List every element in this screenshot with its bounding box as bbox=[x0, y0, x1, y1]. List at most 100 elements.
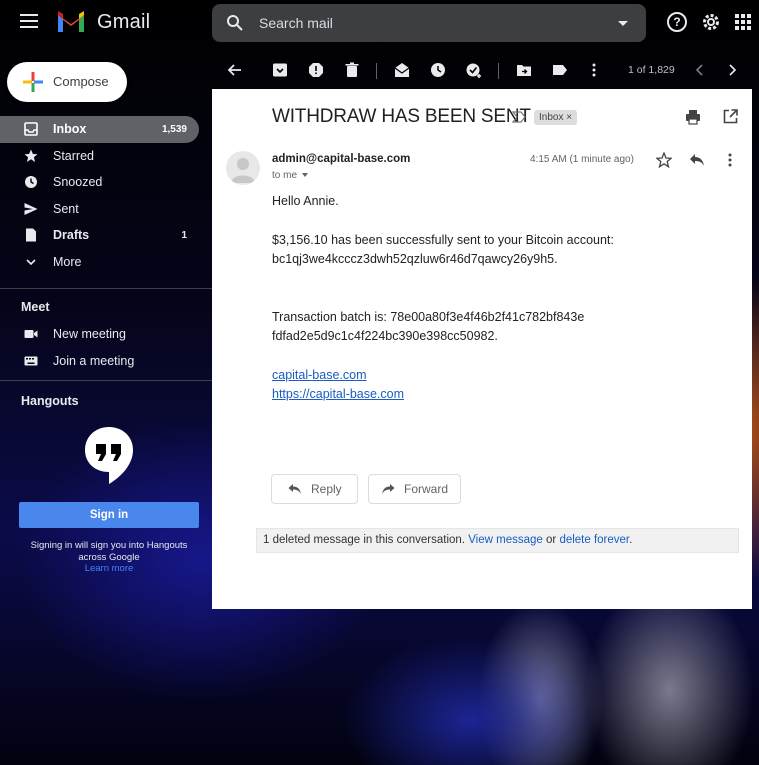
remove-label-icon[interactable]: × bbox=[566, 112, 572, 123]
reply-label: Reply bbox=[311, 482, 342, 496]
email-greeting: Hello Annie. bbox=[272, 194, 339, 208]
top-right-icons: ? bbox=[667, 12, 751, 32]
label-tag-icon[interactable] bbox=[552, 62, 568, 78]
archive-icon[interactable] bbox=[272, 62, 288, 78]
sidebar-item-inbox[interactable]: Inbox 1,539 bbox=[0, 116, 199, 143]
or-text: or bbox=[546, 534, 557, 546]
meet-nav: New meeting Join a meeting bbox=[0, 321, 212, 374]
clock-icon bbox=[25, 176, 37, 188]
notice-period: . bbox=[629, 534, 633, 546]
inbox-icon bbox=[24, 122, 38, 136]
newer-chevron-left-icon[interactable] bbox=[692, 62, 708, 78]
apps-grid-icon[interactable] bbox=[735, 14, 751, 30]
trash-icon[interactable] bbox=[344, 62, 360, 78]
search-bar[interactable]: Search mail bbox=[212, 4, 646, 42]
settings-gear-icon[interactable] bbox=[701, 12, 721, 32]
join-meeting-label: Join a meeting bbox=[53, 353, 135, 368]
sidebar-item-snoozed[interactable]: Snoozed bbox=[0, 169, 199, 196]
transaction-batch-line-2: fdfad2e5d9c1c4f224bc390e398cc50982. bbox=[272, 329, 498, 343]
sidebar-item-label: More bbox=[53, 254, 82, 269]
new-meeting-item[interactable]: New meeting bbox=[0, 321, 199, 348]
recipient-details[interactable]: to me bbox=[272, 170, 308, 181]
plus-icon bbox=[23, 72, 43, 92]
open-in-new-window-icon[interactable] bbox=[723, 109, 738, 124]
sidebar-item-label: Drafts bbox=[53, 228, 90, 243]
older-chevron-right-icon[interactable] bbox=[724, 62, 740, 78]
email-timestamp: 4:15 AM (1 minute ago) bbox=[530, 154, 634, 165]
sidebar-item-label: Sent bbox=[53, 201, 79, 216]
sidebar-item-label: Snoozed bbox=[53, 175, 103, 190]
star-icon bbox=[24, 149, 38, 162]
video-camera-icon bbox=[24, 330, 38, 338]
hangouts-sign-in-note: Signing in will sign you into Hangouts a… bbox=[30, 540, 188, 563]
email-line-1: $3,156.10 has been successfully sent to … bbox=[272, 233, 614, 247]
snooze-clock-icon[interactable] bbox=[430, 62, 446, 78]
email-subject: WITHDRAW HAS BEEN SENT bbox=[272, 106, 531, 127]
draft-file-icon bbox=[26, 228, 36, 242]
sidebar-divider bbox=[0, 288, 212, 289]
hangouts-quote-icon bbox=[85, 427, 133, 484]
transaction-batch-line-1: Transaction batch is: 78e00a80f3e4f46b2f… bbox=[272, 310, 585, 324]
report-spam-icon[interactable] bbox=[308, 62, 324, 78]
sidebar-item-drafts[interactable]: Drafts 1 bbox=[0, 222, 199, 249]
drafts-count: 1 bbox=[181, 229, 187, 241]
sidebar-item-label: Starred bbox=[53, 148, 94, 163]
search-icon[interactable] bbox=[226, 14, 244, 32]
sidebar-item-more[interactable]: More bbox=[0, 249, 199, 276]
email-top-actions bbox=[685, 109, 738, 125]
more-options-vertical-icon[interactable] bbox=[586, 62, 602, 78]
message-toolbar: 1 of 1,829 bbox=[212, 54, 759, 86]
compose-label: Compose bbox=[53, 74, 109, 89]
delete-forever-link[interactable]: delete forever bbox=[559, 534, 629, 546]
forward-button[interactable]: Forward bbox=[368, 474, 461, 504]
back-arrow-icon[interactable] bbox=[226, 62, 242, 78]
importance-marker-icon[interactable] bbox=[512, 111, 526, 123]
toolbar-separator bbox=[376, 63, 377, 79]
learn-more-link[interactable]: Learn more bbox=[19, 563, 199, 574]
reply-button[interactable]: Reply bbox=[271, 474, 358, 504]
pagination-count: 1 of 1,829 bbox=[628, 64, 675, 76]
url-link[interactable]: https://capital-base.com bbox=[272, 384, 404, 404]
move-to-folder-icon[interactable] bbox=[516, 62, 532, 78]
inbox-count: 1,539 bbox=[161, 123, 187, 135]
reply-arrow-icon[interactable] bbox=[689, 153, 705, 167]
email-view: WITHDRAW HAS BEEN SENT Inbox × admin@cap… bbox=[212, 89, 752, 609]
reply-arrow-icon bbox=[288, 484, 301, 494]
search-input[interactable]: Search mail bbox=[259, 15, 333, 31]
hangouts-sign-in-button[interactable]: Sign in bbox=[19, 502, 199, 528]
sidebar-item-label: Inbox bbox=[53, 122, 87, 137]
sidebar-item-sent[interactable]: Sent bbox=[0, 196, 199, 223]
recipient-text: to me bbox=[272, 170, 298, 181]
sidebar-item-starred[interactable]: Starred bbox=[0, 143, 199, 170]
join-meeting-item[interactable]: Join a meeting bbox=[0, 348, 199, 375]
mark-unread-icon[interactable] bbox=[394, 62, 410, 78]
view-message-link[interactable]: View message bbox=[468, 534, 543, 546]
compose-button[interactable]: Compose bbox=[7, 62, 127, 102]
sender-avatar[interactable] bbox=[226, 151, 260, 185]
inbox-label-chip[interactable]: Inbox × bbox=[534, 110, 578, 125]
caret-down-icon[interactable] bbox=[301, 173, 308, 178]
label-text: Inbox bbox=[539, 112, 564, 123]
more-options-icon[interactable] bbox=[727, 153, 733, 167]
keyboard-icon bbox=[24, 356, 38, 365]
search-options-icon[interactable] bbox=[618, 21, 628, 26]
sidebar-divider bbox=[0, 380, 212, 381]
sidebar-nav: Inbox 1,539 Starred Snoozed Sent Drafts … bbox=[0, 116, 212, 275]
deleted-message-notice: 1 deleted message in this conversation. … bbox=[256, 528, 739, 553]
meet-section-title: Meet bbox=[21, 300, 50, 314]
domain-link[interactable]: capital-base.com bbox=[272, 365, 367, 385]
default-avatar-icon bbox=[231, 158, 255, 183]
chevron-down-icon bbox=[26, 258, 36, 265]
deleted-notice-text: 1 deleted message in this conversation. bbox=[263, 534, 466, 546]
star-outline-icon[interactable] bbox=[656, 152, 672, 168]
sender-email[interactable]: admin@capital-base.com bbox=[272, 153, 410, 165]
forward-label: Forward bbox=[404, 482, 449, 496]
new-meeting-label: New meeting bbox=[53, 327, 126, 342]
forward-arrow-icon bbox=[382, 484, 395, 494]
gmail-logo-icon[interactable] bbox=[56, 10, 86, 34]
add-to-tasks-icon[interactable] bbox=[466, 62, 482, 78]
main-menu-icon[interactable] bbox=[20, 14, 38, 28]
top-bar: Gmail Search mail ? bbox=[0, 0, 759, 46]
help-icon[interactable]: ? bbox=[667, 12, 687, 32]
print-icon[interactable] bbox=[685, 109, 701, 125]
